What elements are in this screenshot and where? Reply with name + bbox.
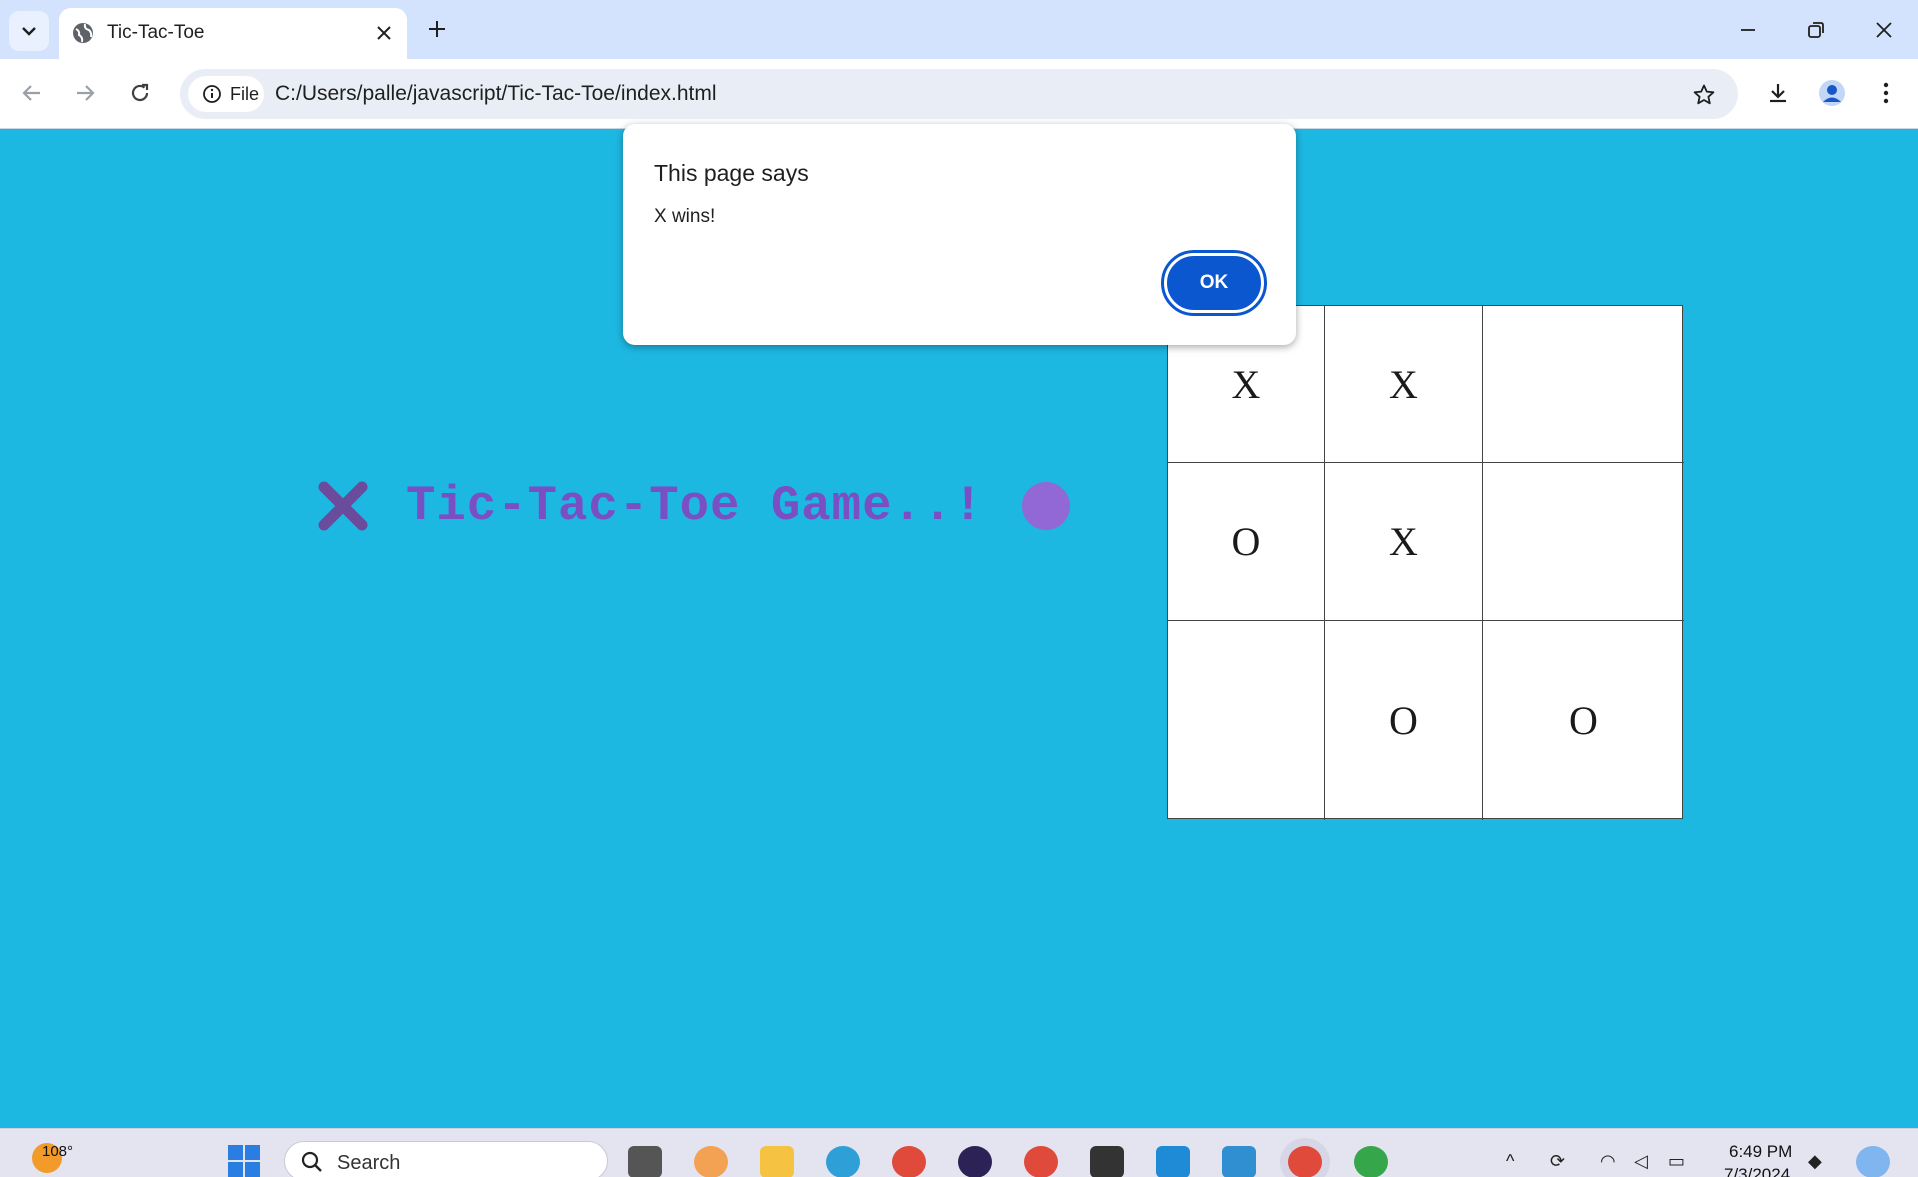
downloads-button[interactable] [1758, 73, 1798, 113]
taskbar: 108° Search ^ ⟳ ◠ ◁ ▭ 6:49 PM 7/3/2024 ◆ [0, 1128, 1918, 1177]
chrome-icon[interactable] [892, 1146, 926, 1177]
search-placeholder: Search [337, 1152, 401, 1174]
sticky-app-icon[interactable] [1090, 1146, 1124, 1177]
close-window-button[interactable] [1864, 10, 1904, 50]
reload-icon [131, 83, 149, 102]
file-explorer-icon[interactable] [760, 1146, 794, 1177]
back-arrow-icon [22, 85, 40, 101]
alert-dialog: This page says X wins! OK [623, 124, 1296, 345]
search-icon [301, 1151, 322, 1172]
board-cell[interactable]: O [1483, 621, 1684, 820]
url-text[interactable]: C:/Users/palle/javascript/Tic-Tac-Toe/in… [275, 82, 717, 106]
windows-start-icon[interactable] [226, 1143, 262, 1177]
copilot-icon[interactable] [1856, 1146, 1890, 1177]
ok-button[interactable]: OK [1161, 250, 1267, 316]
dialog-title: This page says [654, 160, 809, 186]
tab-strip: Tic-Tac-Toe [0, 0, 1918, 59]
notification-bell-icon[interactable]: ◆ [1808, 1151, 1822, 1172]
jupyter-icon[interactable] [694, 1146, 728, 1177]
clock-time[interactable]: 6:49 PM [1729, 1142, 1792, 1162]
minimize-icon [1741, 29, 1755, 31]
chevron-up-icon[interactable]: ^ [1506, 1151, 1514, 1172]
chevron-down-icon [22, 27, 36, 36]
site-chip-label: File [230, 83, 260, 104]
bookmark-button[interactable] [1688, 79, 1720, 111]
board-cell[interactable] [1483, 463, 1684, 621]
wifi-icon[interactable]: ◠ [1600, 1151, 1616, 1172]
restore-button[interactable] [1796, 10, 1836, 50]
profile-button[interactable] [1812, 73, 1852, 113]
browser-menu-button[interactable] [1866, 73, 1906, 113]
minimize-button[interactable] [1728, 10, 1768, 50]
site-info-chip[interactable]: File [188, 76, 264, 112]
tab-title: Tic-Tac-Toe [107, 22, 205, 43]
eclipse-icon[interactable] [958, 1146, 992, 1177]
game-heading: Tic-Tac-Toe Game..! [318, 478, 1070, 534]
clock-date[interactable]: 7/3/2024 [1724, 1165, 1790, 1177]
o-mark-icon [1021, 482, 1070, 530]
restore-icon [1808, 22, 1824, 38]
close-icon [1876, 22, 1892, 38]
board-cell[interactable]: X [1325, 463, 1483, 621]
globe-icon [73, 23, 93, 43]
browser-toolbar: File C:/Users/palle/javascript/Tic-Tac-T… [0, 59, 1918, 129]
notepad-icon[interactable] [1222, 1146, 1256, 1177]
sync-icon[interactable]: ⟳ [1550, 1151, 1565, 1172]
volume-icon[interactable]: ◁ [1634, 1151, 1648, 1172]
vscode-icon[interactable] [1156, 1146, 1190, 1177]
weather-temp: 108° [42, 1143, 74, 1160]
dialog-message: X wins! [654, 206, 716, 227]
board-cell[interactable]: O [1168, 463, 1325, 621]
download-icon [1770, 84, 1786, 103]
taskbar-search[interactable]: Search [284, 1141, 608, 1177]
chrome-profile-icon[interactable] [1024, 1146, 1058, 1177]
plus-icon [429, 21, 445, 37]
board-cell[interactable] [1168, 621, 1325, 820]
game-board: X X O X O O [1167, 305, 1684, 820]
tab-search-button[interactable] [9, 11, 49, 51]
board-cell[interactable] [1483, 306, 1684, 463]
star-icon [1693, 84, 1715, 105]
battery-icon[interactable]: ▭ [1668, 1151, 1685, 1172]
kebab-menu-icon [1883, 82, 1889, 104]
evernote-icon[interactable] [1354, 1146, 1388, 1177]
forward-button[interactable] [65, 73, 105, 113]
reload-button[interactable] [120, 73, 160, 113]
board-cell[interactable]: X [1325, 306, 1483, 463]
chrome-active-icon[interactable] [1288, 1146, 1322, 1177]
task-view-icon[interactable] [628, 1146, 662, 1177]
profile-icon [1819, 80, 1845, 106]
x-mark-icon [318, 481, 368, 531]
forward-arrow-icon [77, 85, 95, 101]
board-cell[interactable]: O [1325, 621, 1483, 820]
back-button[interactable] [12, 73, 52, 113]
info-icon [203, 85, 221, 103]
address-bar[interactable]: File C:/Users/palle/javascript/Tic-Tac-T… [180, 69, 1738, 119]
tab-close-button[interactable] [371, 20, 397, 46]
active-tab[interactable]: Tic-Tac-Toe [59, 8, 407, 59]
edge-icon[interactable] [826, 1146, 860, 1177]
page-title: Tic-Tac-Toe Game..! [406, 478, 984, 534]
close-icon [377, 26, 391, 40]
new-tab-button[interactable] [421, 13, 453, 45]
